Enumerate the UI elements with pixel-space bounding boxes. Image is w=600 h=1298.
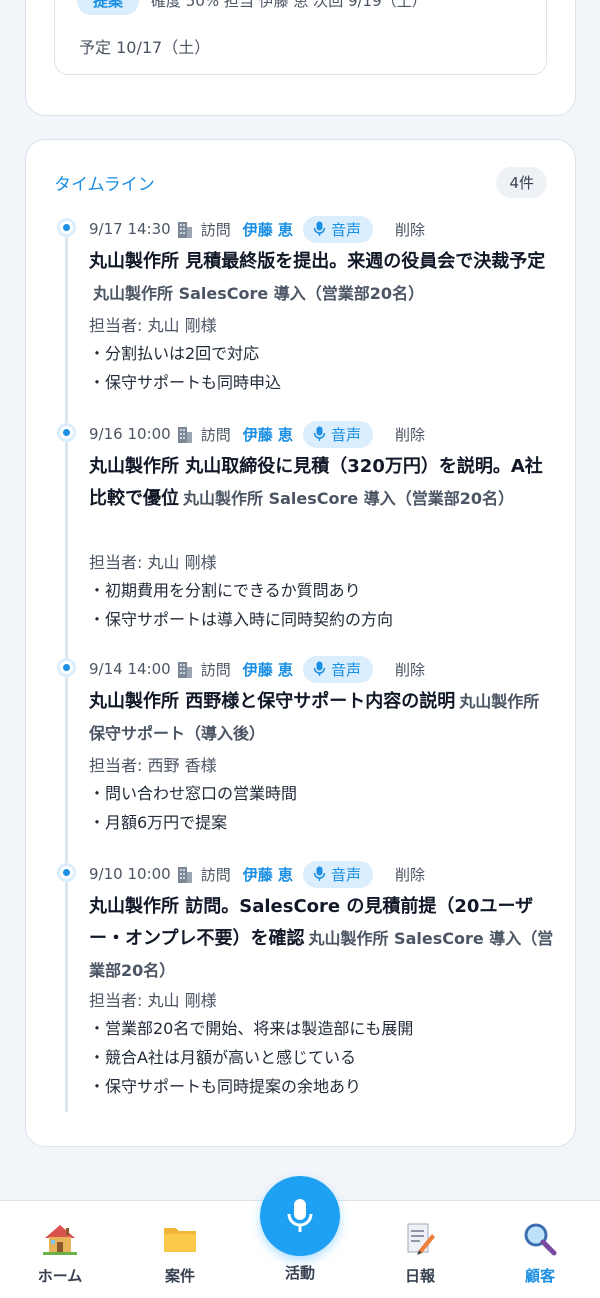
delete-button[interactable]: 削除 [395, 659, 425, 680]
nav-activity-label: 活動 [284, 1264, 315, 1282]
voice-badge[interactable]: 音声 [302, 655, 373, 683]
entry-owner: 伊藤 恵 [242, 425, 293, 444]
entry-meta: 9/16 10:00 訪問 伊藤 恵 音声 削除 [89, 420, 425, 448]
entry-headline: 丸山製作所 見積最終版を提出。来週の役員会で決裁予定丸山製作所 SalesCor… [89, 246, 554, 310]
note-line: ・月額6万円で提案 [89, 813, 228, 832]
delete-button[interactable]: 削除 [395, 864, 425, 885]
deal-summary-row: 提案 確度 50% 担当 伊藤 恵 次回 9/19（土） [77, 0, 427, 15]
entry-kind: 訪問 [200, 425, 231, 444]
building-icon [177, 660, 193, 678]
timeline-dot [57, 658, 76, 677]
entry-headline-text: 丸山製作所 西野様と保守サポート内容の説明 [89, 691, 456, 712]
nav-deals[interactable]: 案件 [130, 1219, 230, 1286]
note-line: ・分割払いは2回で対応 [89, 344, 260, 363]
delete-button[interactable]: 削除 [395, 219, 425, 240]
entry-notes: ・分割払いは2回で対応 ・保守サポートも同時申込 [89, 339, 281, 397]
building-icon [177, 220, 193, 238]
voice-record-button[interactable] [260, 1176, 340, 1256]
entry-notes: ・初期費用を分割にできるか質問あり ・保守サポートは導入時に同時契約の方向 [89, 576, 393, 634]
entry-meta: 9/14 14:00 訪問 伊藤 恵 音声 削除 [89, 655, 425, 683]
deal-item[interactable]: 提案 確度 50% 担当 伊藤 恵 次回 9/19（土） 予定 10/17（土） [54, 0, 547, 75]
status-badge: 提案 [77, 0, 140, 15]
note-line: ・保守サポートも同時提案の余地あり [89, 1077, 362, 1096]
note-line: ・問い合わせ窓口の営業時間 [89, 784, 298, 803]
timeline-count-badge: 4件 [496, 167, 547, 198]
timeline-dot [57, 863, 76, 882]
entry-meta: 9/10 10:00 訪問 伊藤 恵 音声 削除 [89, 860, 425, 888]
microphone-icon [313, 426, 326, 441]
entry-kind: 訪問 [200, 660, 231, 679]
note-line: ・初期費用を分割にできるか質問あり [89, 581, 361, 600]
timeline-dot [57, 423, 76, 442]
nav-customers[interactable]: 顧客 [490, 1219, 590, 1286]
entry-headline: 丸山製作所 丸山取締役に見積（320万円）を説明。A社比較で優位 丸山製作所 Sa… [89, 451, 554, 515]
entry-notes: ・問い合わせ窓口の営業時間 ・月額6万円で提案 [89, 779, 297, 837]
house-icon [10, 1219, 110, 1259]
entry-owner: 伊藤 恵 [242, 660, 293, 679]
entry-contact: 担当者: 丸山 剛様 [89, 316, 217, 335]
nav-home-label: ホーム [37, 1267, 83, 1285]
entry-headline-text: 丸山製作所 見積最終版を提出。来週の役員会で決裁予定 [89, 251, 546, 272]
deal-summary-card: 提案 確度 50% 担当 伊藤 恵 次回 9/19（土） 予定 10/17（土） [25, 0, 576, 116]
note-line: ・保守サポートも同時申込 [89, 373, 282, 392]
timeline-title: タイムライン [54, 175, 155, 195]
voice-label: 音声 [330, 660, 361, 679]
entry-owner: 伊藤 恵 [242, 220, 293, 239]
note-line: ・競合A社は月額が高いと感じている [89, 1048, 356, 1067]
voice-badge[interactable]: 音声 [302, 420, 373, 448]
note-line: ・営業部20名で開始、将来は製造部にも展開 [89, 1019, 414, 1038]
entry-owner: 伊藤 恵 [242, 865, 293, 884]
magnifier-icon [490, 1219, 590, 1259]
delete-button[interactable]: 削除 [395, 424, 425, 445]
entry-time: 9/14 14:00 [89, 660, 171, 678]
voice-label: 音声 [330, 220, 361, 239]
entry-notes: ・営業部20名で開始、将来は製造部にも展開 ・競合A社は月額が高いと感じている … [89, 1014, 413, 1101]
microphone-icon [313, 221, 326, 236]
entry-headline: 丸山製作所 西野様と保守サポート内容の説明 丸山製作所 保守サポート（導入後） [89, 686, 554, 750]
timeline-card: タイムライン 4件 9/17 14:30 訪問 伊藤 恵 音声 削除 丸山製作所… [25, 139, 576, 1147]
nav-report-label: 日報 [404, 1267, 435, 1285]
page: 提案 確度 50% 担当 伊藤 恵 次回 9/19（土） 予定 10/17（土）… [0, 0, 600, 1298]
deal-summary: 確度 50% 担当 伊藤 恵 次回 9/19（土） [151, 0, 427, 10]
nav-deals-label: 案件 [164, 1267, 195, 1285]
entry-time: 9/16 10:00 [89, 425, 171, 443]
folder-icon [130, 1219, 230, 1259]
entry-kind: 訪問 [200, 220, 231, 239]
entry-kind: 訪問 [200, 865, 231, 884]
microphone-icon [313, 866, 326, 881]
voice-badge[interactable]: 音声 [302, 860, 373, 888]
building-icon [177, 865, 193, 883]
nav-home[interactable]: ホーム [10, 1219, 110, 1286]
entry-contact: 担当者: 丸山 剛様 [89, 553, 217, 572]
nav-report[interactable]: 日報 [370, 1219, 470, 1286]
microphone-icon [313, 661, 326, 676]
memo-icon [370, 1219, 470, 1259]
microphone-icon [287, 1199, 313, 1232]
nav-customers-label: 顧客 [524, 1267, 555, 1285]
voice-label: 音声 [330, 425, 361, 444]
entry-contact: 担当者: 西野 香様 [89, 756, 217, 775]
deal-scheduled: 予定 10/17（土） [79, 38, 211, 57]
entry-contact: 担当者: 丸山 剛様 [89, 991, 217, 1010]
voice-badge[interactable]: 音声 [302, 215, 373, 243]
entry-deal-link[interactable]: 丸山製作所 SalesCore 導入（営業部20名） [93, 284, 424, 303]
building-icon [177, 425, 193, 443]
entry-meta: 9/17 14:30 訪問 伊藤 恵 音声 削除 [89, 215, 425, 243]
entry-time: 9/10 10:00 [89, 865, 171, 883]
entry-time: 9/17 14:30 [89, 220, 171, 238]
entry-headline: 丸山製作所 訪問。SalesCore の見積前提（20ユーザー・オンプレ不要）を… [89, 891, 554, 987]
voice-label: 音声 [330, 865, 361, 884]
timeline-dot [57, 218, 76, 237]
note-line: ・保守サポートは導入時に同時契約の方向 [89, 610, 394, 629]
entry-deal-link[interactable]: 丸山製作所 SalesCore 導入（営業部20名） [183, 489, 514, 508]
